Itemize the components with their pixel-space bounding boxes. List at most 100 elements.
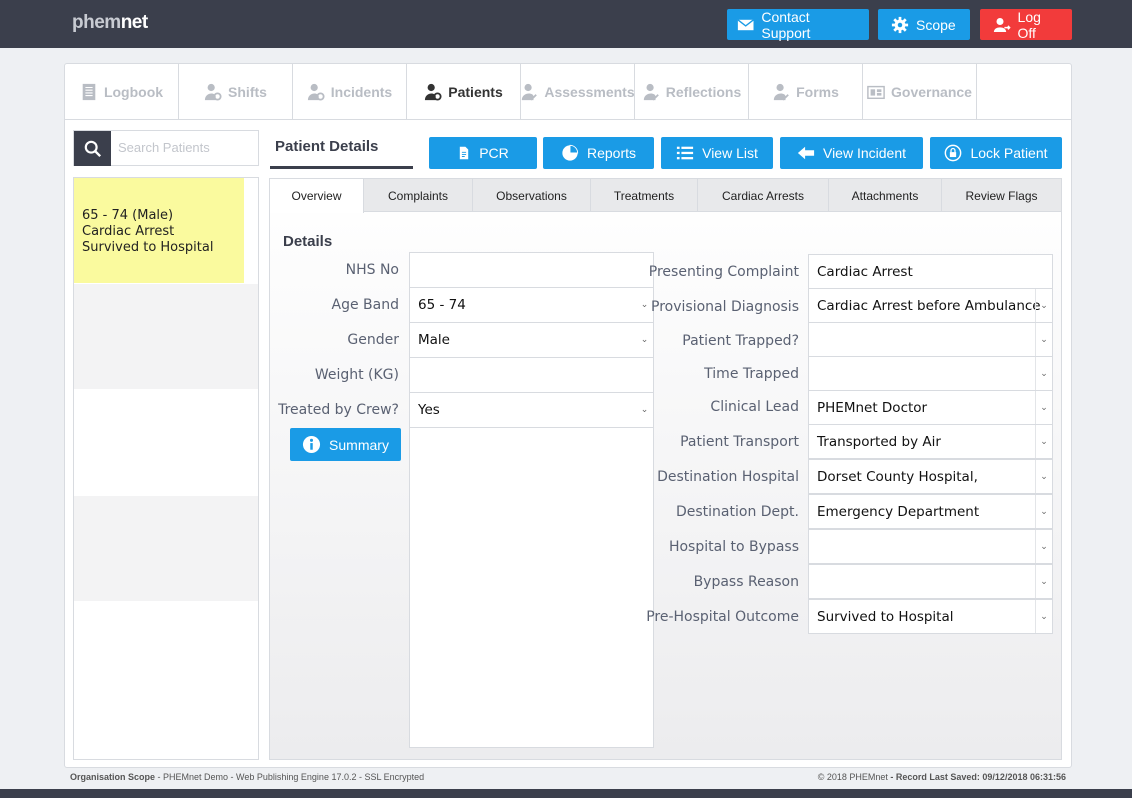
treated-label: Treated by Crew? <box>278 402 399 418</box>
view-list-button[interactable]: View List <box>661 137 773 169</box>
chevron-down-icon: ⌄ <box>640 335 649 345</box>
tab-incidents[interactable]: Incidents <box>293 64 407 120</box>
list-icon <box>677 146 694 160</box>
governance-icon <box>867 83 885 101</box>
pre-hospital-outcome-label: Pre-Hospital Outcome <box>646 609 799 625</box>
user-gear-icon <box>307 83 325 101</box>
patient-transport-select[interactable]: Transported by Air ⌄ <box>808 424 1053 459</box>
chevron-down-icon: ⌄ <box>1035 425 1052 458</box>
gear-icon <box>891 16 909 33</box>
chevron-down-icon: ⌄ <box>1035 323 1052 356</box>
tab-patients[interactable]: Patients <box>407 64 521 120</box>
chevron-down-icon: ⌄ <box>1035 289 1052 322</box>
tab-cardiac-arrests[interactable]: Cardiac Arrests <box>698 179 829 212</box>
pcr-button[interactable]: PCR <box>429 137 537 169</box>
treated-value: Yes <box>418 402 440 418</box>
logo-text-b: net <box>120 12 149 33</box>
patient-complaint: Cardiac Arrest <box>82 224 175 239</box>
patient-trapped-label: Patient Trapped? <box>682 333 799 349</box>
tab-shifts[interactable]: Shifts <box>179 64 293 120</box>
user-check-icon <box>772 83 790 101</box>
tab-label: Assessments <box>544 84 635 100</box>
view-incident-button[interactable]: View Incident <box>780 137 923 169</box>
patient-sub-tabs: Overview Complaints Observations Treatme… <box>270 179 1061 213</box>
bypass-reason-select[interactable]: ⌄ <box>808 564 1053 599</box>
patient-transport-value: Transported by Air <box>817 433 941 450</box>
tab-review-flags[interactable]: Review Flags <box>942 179 1061 212</box>
destination-dept-value: Emergency Department <box>817 503 980 520</box>
clinical-lead-select[interactable]: PHEMnet Doctor ⌄ <box>808 390 1053 425</box>
footer-scope-label: Organisation Scope <box>70 772 156 782</box>
chevron-down-icon: ⌄ <box>1035 565 1052 598</box>
nhs-no-input[interactable] <box>409 252 654 288</box>
destination-hospital-select[interactable]: Dorset County Hospital, ⌄ <box>808 459 1053 494</box>
patient-trapped-select[interactable]: ⌄ <box>808 322 1053 357</box>
tab-label: Shifts <box>228 84 267 100</box>
destination-dept-select[interactable]: Emergency Department ⌄ <box>808 494 1053 529</box>
lock-icon <box>945 144 962 162</box>
tab-reflections[interactable]: Reflections <box>635 64 749 120</box>
tab-logbook[interactable]: Logbook <box>65 64 179 120</box>
presenting-complaint-input[interactable]: Cardiac Arrest <box>808 254 1053 289</box>
arrow-left-icon <box>797 146 815 160</box>
tab-label: Reflections <box>665 84 742 100</box>
patient-age-gender: 65 - 74 (Male) <box>82 208 174 223</box>
document-icon <box>460 146 469 160</box>
provisional-diagnosis-select[interactable]: Cardiac Arrest before Ambulance ⌄ <box>808 288 1053 323</box>
tab-label: Logbook <box>103 84 164 100</box>
patient-search: Search Patients <box>73 130 259 166</box>
patient-transport-label: Patient Transport <box>680 434 799 450</box>
empty-list-slot <box>74 496 258 602</box>
app-logo[interactable]: phemnet <box>72 12 148 34</box>
contact-support-button[interactable]: Contact Support <box>727 9 869 41</box>
patient-list-item[interactable]: 65 - 74 (Male) Cardiac Arrest Survived t… <box>74 178 244 284</box>
log-off-button[interactable]: Log Off <box>980 9 1072 41</box>
age-band-select[interactable]: 65 - 74 ⌄ <box>409 287 654 323</box>
scope-button[interactable]: Scope <box>878 9 970 40</box>
tab-label: Forms <box>796 84 839 100</box>
module-nav: Logbook Shifts Incidents Patients Assessment… <box>65 64 1071 120</box>
search-input[interactable]: Search Patients <box>118 140 210 155</box>
chevron-down-icon: ⌄ <box>1035 357 1052 390</box>
tab-assessments[interactable]: Assessments <box>521 64 635 120</box>
provisional-diagnosis-label: Provisional Diagnosis <box>651 299 799 315</box>
tab-attachments[interactable]: Attachments <box>829 179 942 212</box>
tab-overview[interactable]: Overview <box>270 179 364 213</box>
patient-list: 65 - 74 (Male) Cardiac Arrest Survived t… <box>73 177 259 760</box>
tab-observations[interactable]: Observations <box>473 179 591 212</box>
age-band-label: Age Band <box>331 297 399 313</box>
chevron-down-icon: ⌄ <box>1035 460 1052 493</box>
view-incident-label: View Incident <box>822 145 906 161</box>
search-button[interactable] <box>74 131 111 166</box>
empty-list-slot <box>74 390 258 496</box>
presenting-complaint-label: Presenting Complaint <box>648 264 799 280</box>
reports-label: Reports <box>586 145 637 161</box>
user-logout-icon <box>993 17 1011 32</box>
gender-select[interactable]: Male ⌄ <box>409 322 654 358</box>
empty-list-slot <box>74 284 258 390</box>
destination-dept-label: Destination Dept. <box>675 504 799 520</box>
info-icon <box>302 435 321 454</box>
gender-value: Male <box>418 332 450 348</box>
tab-treatments[interactable]: Treatments <box>591 179 698 212</box>
treated-select[interactable]: Yes ⌄ <box>409 392 654 428</box>
clinical-lead-label: Clinical Lead <box>710 399 799 415</box>
patient-details-title: Patient Details <box>270 130 413 169</box>
tab-forms[interactable]: Forms <box>749 64 863 120</box>
tab-label: Patients <box>448 84 503 100</box>
search-icon <box>84 140 101 157</box>
details-heading: Details <box>283 233 333 250</box>
lock-patient-button[interactable]: Lock Patient <box>930 137 1062 169</box>
hospital-to-bypass-select[interactable]: ⌄ <box>808 529 1053 564</box>
bottom-bar <box>0 789 1132 798</box>
scope-label: Scope <box>916 16 956 33</box>
tab-complaints[interactable]: Complaints <box>364 179 473 212</box>
time-trapped-select[interactable]: ⌄ <box>808 356 1053 391</box>
time-trapped-label: Time Trapped <box>704 366 799 382</box>
destination-hospital-value: Dorset County Hospital, <box>817 468 978 485</box>
summary-button[interactable]: Summary <box>290 428 401 461</box>
tab-governance[interactable]: Governance <box>863 64 977 120</box>
weight-input[interactable] <box>409 357 654 393</box>
pre-hospital-outcome-select[interactable]: Survived to Hospital ⌄ <box>808 599 1053 634</box>
reports-button[interactable]: Reports <box>543 137 654 169</box>
